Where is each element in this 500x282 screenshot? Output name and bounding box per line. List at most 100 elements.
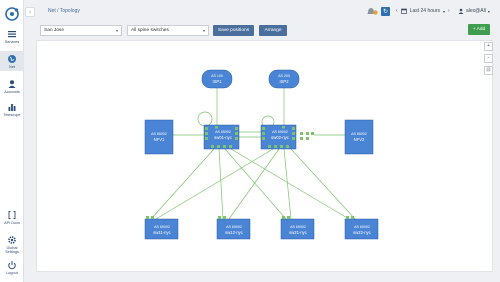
collapse-sidebar-button[interactable]: ‹ bbox=[25, 7, 35, 17]
spine-node[interactable]: AS 65002 sw01-nyc bbox=[203, 124, 240, 150]
user-menu[interactable]: alex@All ▾ bbox=[458, 6, 490, 16]
port bbox=[351, 216, 354, 219]
save-positions-button[interactable]: Save positions bbox=[213, 25, 254, 36]
spine-name: sw02-nyc bbox=[271, 135, 289, 140]
sidebar-item-label: API Docs bbox=[4, 221, 20, 225]
chevron-down-icon: ▾ bbox=[487, 8, 490, 14]
sidebar-item-label: Services bbox=[4, 40, 20, 44]
port bbox=[218, 216, 221, 219]
port bbox=[229, 145, 232, 148]
port bbox=[215, 126, 218, 129]
sidebar-item-global-settings[interactable]: Global Settings bbox=[0, 235, 24, 255]
port bbox=[346, 216, 349, 219]
leaf-node[interactable]: AS 65002 sw12-nyc bbox=[216, 216, 251, 240]
sidebar-item-telescope[interactable]: Telescope bbox=[0, 102, 24, 118]
sidebar-item-label: Net bbox=[9, 65, 15, 69]
port bbox=[235, 132, 238, 135]
port bbox=[306, 132, 309, 135]
site-select[interactable]: San Jose ▾ bbox=[40, 25, 122, 36]
nfv-name: NFV1 bbox=[154, 137, 165, 142]
spine-filter-select[interactable]: All spine switches ▾ bbox=[127, 25, 209, 36]
app-logo-icon[interactable] bbox=[4, 6, 20, 22]
nfv-node[interactable]: AS 65002 NFV1 bbox=[144, 119, 174, 155]
power-icon bbox=[8, 261, 16, 270]
port bbox=[235, 137, 238, 140]
leaf-name: sw11-nyc bbox=[153, 230, 170, 235]
sidebar-item-accounts[interactable]: Accounts bbox=[0, 79, 24, 95]
port bbox=[268, 145, 271, 148]
port bbox=[306, 137, 309, 140]
user-icon bbox=[8, 80, 16, 88]
leaf-node[interactable]: AS 65002 sw22-nyc bbox=[344, 216, 379, 240]
arrange-button[interactable]: Arrange bbox=[259, 25, 287, 36]
port bbox=[205, 132, 208, 135]
zoom-out-button[interactable]: - bbox=[484, 54, 493, 63]
user-icon bbox=[458, 8, 464, 14]
leaf-node-shape bbox=[280, 218, 315, 240]
nfv-name: NFV2 bbox=[354, 137, 365, 142]
sidebar-item-services[interactable]: Services bbox=[0, 29, 24, 47]
port bbox=[282, 216, 285, 219]
isp-node[interactable]: AS 100 ISP1 bbox=[201, 69, 233, 89]
time-range-selector[interactable]: ‹ Last 24 hours ▾ › bbox=[396, 6, 450, 16]
loop-link bbox=[197, 111, 213, 127]
list-icon bbox=[8, 31, 16, 38]
breadcrumb[interactable]: Net / Topology bbox=[48, 8, 80, 14]
links bbox=[150, 88, 356, 220]
leaf-name: sw22-nyc bbox=[353, 230, 371, 235]
sidebar: Services Net Accounts Telescope API Docs… bbox=[0, 0, 24, 282]
time-range-label: Last 24 hours bbox=[409, 8, 440, 14]
port bbox=[217, 145, 220, 148]
leaf-model: AS 65002 bbox=[290, 225, 306, 229]
leaf-node[interactable]: AS 65002 sw11-nyc bbox=[144, 216, 179, 240]
chevron-down-icon: ▾ bbox=[115, 28, 118, 33]
port bbox=[274, 145, 277, 148]
leaf-node[interactable]: AS 65002 sw21-nyc bbox=[280, 216, 315, 240]
gear-icon bbox=[8, 236, 16, 244]
chevron-down-icon: ▾ bbox=[202, 28, 205, 33]
leaf-name: sw12-nyc bbox=[225, 230, 243, 235]
refresh-button[interactable]: ↻ bbox=[381, 6, 390, 16]
isp-model: AS 100 bbox=[211, 74, 223, 78]
spine-filter-value: All spine switches bbox=[131, 28, 169, 33]
sidebar-item-api-docs[interactable]: API Docs bbox=[0, 210, 24, 226]
sidebar-item-net[interactable]: Net bbox=[0, 51, 24, 71]
spine-model: AS 65002 bbox=[272, 130, 288, 134]
nfv-node[interactable]: AS 65002 NFV2 bbox=[344, 119, 374, 155]
port bbox=[287, 216, 290, 219]
brackets-icon bbox=[8, 211, 16, 219]
port bbox=[286, 145, 289, 148]
port bbox=[292, 132, 295, 135]
topology-graph[interactable]: AS 100 ISP1 AS 200 ISP2 AS 65002 NFV1 AS… bbox=[37, 41, 494, 273]
add-button[interactable]: + Add bbox=[468, 24, 490, 35]
time-next-button[interactable]: › bbox=[448, 8, 450, 14]
fit-view-button[interactable]: ⊡ bbox=[484, 66, 493, 75]
notifications-button[interactable] bbox=[366, 6, 378, 16]
isp-model: AS 200 bbox=[278, 74, 290, 78]
topology-canvas[interactable]: AS 100 ISP1 AS 200 ISP2 AS 65002 NFV1 AS… bbox=[36, 40, 493, 272]
port bbox=[262, 137, 265, 140]
sidebar-item-label: Logout bbox=[6, 271, 18, 275]
sidebar-item-label: Accounts bbox=[4, 90, 20, 94]
sidebar-item-logout[interactable]: Logout bbox=[0, 260, 24, 276]
time-prev-button[interactable]: ‹ bbox=[396, 8, 398, 14]
isp-name: ISP1 bbox=[212, 79, 222, 84]
port bbox=[223, 216, 226, 219]
spine-name: sw01-nyc bbox=[214, 135, 232, 140]
link bbox=[290, 148, 356, 220]
spine-model: AS 65002 bbox=[215, 130, 231, 134]
port bbox=[300, 132, 303, 135]
zoom-in-button[interactable]: + bbox=[484, 42, 493, 51]
chevron-down-icon: ▾ bbox=[442, 8, 445, 14]
nfv-model: AS 65002 bbox=[151, 132, 167, 136]
spine-node[interactable]: AS 65002 sw02-nyc bbox=[260, 124, 297, 150]
isp-name: ISP2 bbox=[279, 79, 289, 84]
port bbox=[205, 127, 208, 130]
port bbox=[292, 127, 295, 130]
leaf-node-shape bbox=[216, 218, 251, 240]
port bbox=[292, 137, 295, 140]
sidebar-item-label: Global Settings bbox=[5, 246, 19, 255]
port bbox=[211, 145, 214, 148]
isp-node[interactable]: AS 200 ISP2 bbox=[268, 69, 300, 89]
port bbox=[235, 127, 238, 130]
